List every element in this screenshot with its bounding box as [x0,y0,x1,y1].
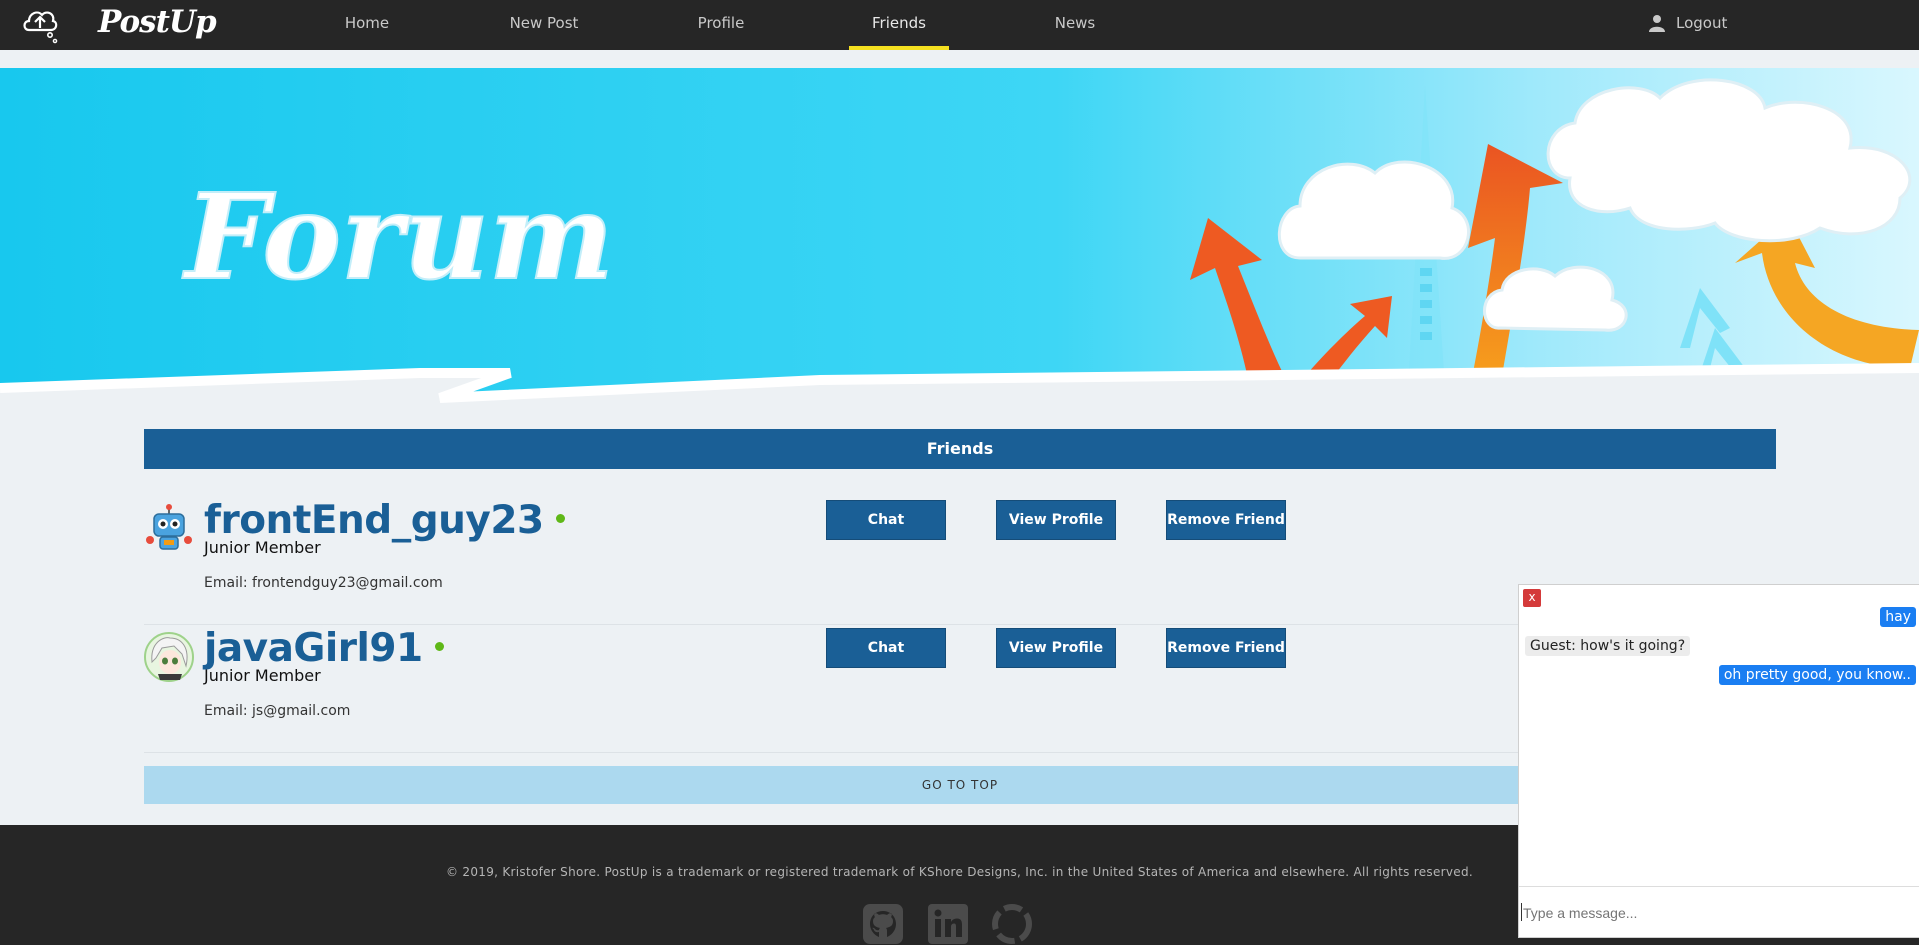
cloud-upload-icon[interactable] [20,4,60,44]
github-icon[interactable] [862,903,904,945]
chat-input-area [1519,886,1919,937]
online-status-dot [434,642,444,651]
friend-email: Email: js@gmail.com [204,703,351,719]
view-profile-button[interactable]: View Profile [996,500,1116,540]
chat-close-button[interactable]: x [1523,589,1541,607]
logout-label: Logout [1676,14,1728,32]
active-tab-indicator [849,46,949,50]
nav-home[interactable]: Home [317,0,417,50]
portfolio-icon[interactable] [991,903,1033,945]
friend-username-text[interactable]: frontEnd_guy23 [204,498,544,543]
logout-button[interactable]: Logout [1648,0,1727,50]
robot-avatar[interactable] [144,504,194,554]
chat-message-sent: hay [1880,607,1916,627]
remove-friend-button[interactable]: Remove Friend [1166,500,1286,540]
top-navbar: PostUp Home New Post Profile Friends New… [0,0,1919,50]
chat-message-sent: oh pretty good, you know.. [1718,665,1916,685]
brand-logo[interactable]: PostUp [98,4,217,40]
friend-username[interactable]: frontEnd_guy23 [204,498,565,543]
hero-title: Forum [182,167,614,306]
chat-panel: x hay Guest: how's it going? oh pretty g… [1518,584,1919,938]
remove-friend-button[interactable]: Remove Friend [1166,628,1286,668]
nav-profile[interactable]: Profile [671,0,771,50]
friend-email: Email: frontendguy23@gmail.com [204,575,443,591]
nav-friends[interactable]: Friends [849,0,949,50]
friends-section-header: Friends [144,429,1776,469]
forum-hero-banner: Forum [0,68,1919,408]
nav-news[interactable]: News [1025,0,1125,50]
nav-new-post[interactable]: New Post [494,0,594,50]
friend-username-text[interactable]: javaGirl91 [204,626,423,671]
chat-message-received: Guest: how's it going? [1525,636,1691,656]
linkedin-icon[interactable] [927,903,969,945]
chat-button[interactable]: Chat [826,500,946,540]
chat-button[interactable]: Chat [826,628,946,668]
friend-rank: Junior Member [204,666,321,685]
friend-rank: Junior Member [204,538,321,557]
user-icon [1649,15,1665,32]
friend-username[interactable]: javaGirl91 [204,626,444,671]
online-status-dot [555,514,565,523]
anime-girl-avatar[interactable] [144,632,194,682]
chat-message-input[interactable] [1521,897,1915,929]
view-profile-button[interactable]: View Profile [996,628,1116,668]
